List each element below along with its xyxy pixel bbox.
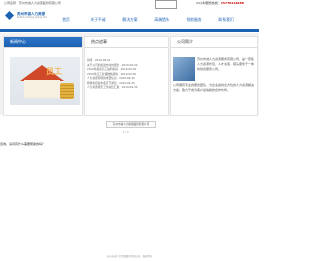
search-input[interactable] <box>155 0 177 9</box>
about-text-2: 公司拥有专业的服务团队，为企业提供全方位的人力资源解决方案，致力于成为客户最信赖… <box>173 83 255 92</box>
house-wall-shape <box>24 80 60 98</box>
about-panel: 公司简介 苏州市诚人力资源服务有限公司，是一家集人力资源外包、人才派遣、猎头服务… <box>170 36 258 116</box>
welcome-text: 公司名称 · 苏州市诚人力资源股份有限公司 <box>4 1 61 5</box>
hot-news-title: 热点追事 <box>85 37 168 48</box>
chat-question[interactable]: 咨询，请问有什么需要帮助的吗？ <box>0 142 45 146</box>
logo-subtitle: Suzhou Cheng Group Ltd <box>17 16 47 19</box>
image-word: 员工 <box>46 67 62 76</box>
list-item[interactable]: 人力资源服务工作总结汇报 · 2019-09-30 <box>87 85 167 90</box>
building-image <box>173 57 195 81</box>
hot-news-panel: 热点追事 新闻 · 2019-09-01 关于公司的发展方向的报告 · 2019… <box>84 36 169 116</box>
top-bar: 公司名称 · 苏州市诚人力资源股份有限公司 24小时服务热线：157704182… <box>0 0 259 9</box>
news-panel: 新闻中心 员工 <box>3 36 83 116</box>
footer-text: 苏州市诚人力资源股份有限公司 · 版权所有 <box>106 255 153 258</box>
hotline: 24小时服务热线：15770418288 <box>196 1 244 5</box>
company-link[interactable]: 苏州市诚人力资源股份有限公司 <box>106 121 156 128</box>
house-money-image[interactable]: 员工 <box>10 57 80 105</box>
page-indicator: 1 / 1 <box>123 131 129 134</box>
hot-news-list: 新闻 · 2019-09-01 关于公司的发展方向的报告 · 2019-09-3… <box>87 58 167 90</box>
hotline-label: 24小时服务热线： <box>196 1 221 5</box>
about-text: 苏州市诚人力资源服务有限公司，是一家集人力资源外包、人才派遣、猎头服务于一体的综… <box>197 57 255 71</box>
coins-icon <box>60 83 74 99</box>
news-panel-title: 新闻中心 <box>4 37 82 48</box>
about-panel-title: 公司简介 <box>171 37 257 48</box>
nav-divider <box>0 29 259 32</box>
hotline-number: 15770418288 <box>220 1 244 5</box>
